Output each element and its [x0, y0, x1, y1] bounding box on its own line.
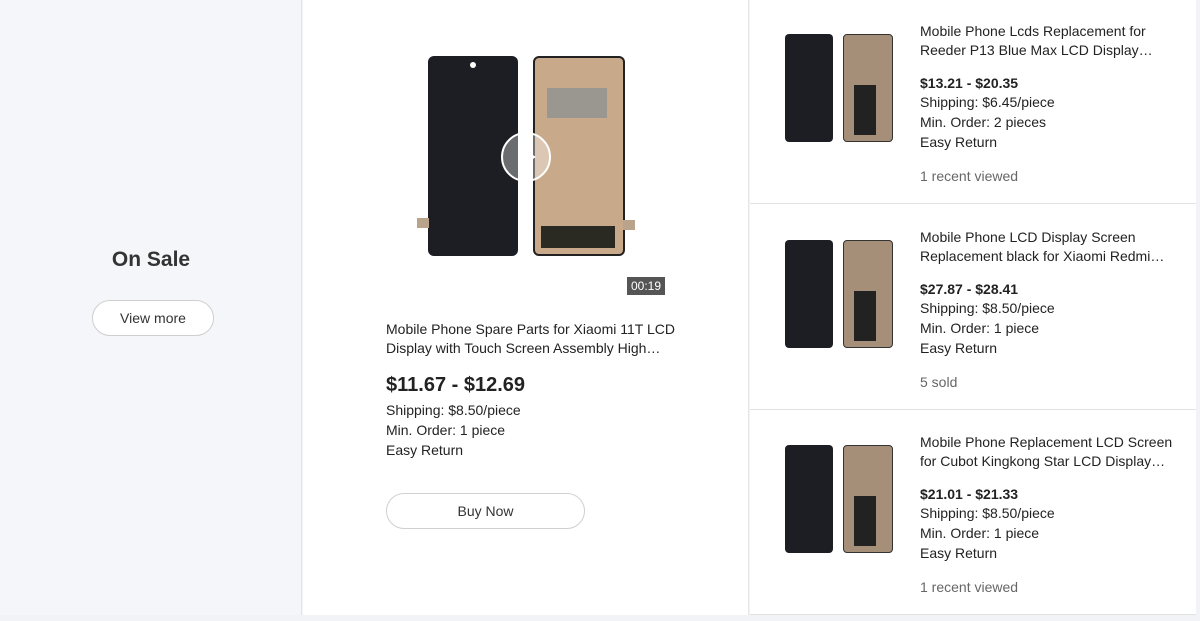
- product-thumbnail[interactable]: [777, 437, 907, 567]
- product-shipping: Shipping: $8.50/piece: [920, 505, 1055, 521]
- featured-product-price: $11.67 - $12.69: [386, 374, 526, 396]
- featured-shipping: Shipping: $8.50/piece: [386, 402, 521, 418]
- product-title[interactable]: Mobile Phone LCD Display Screen Replacem…: [920, 228, 1175, 266]
- product-easy-return: Easy Return: [920, 340, 998, 356]
- on-sale-panel: On Sale View more: [0, 0, 302, 615]
- play-video-icon[interactable]: [501, 132, 551, 182]
- view-more-button[interactable]: View more: [92, 300, 214, 336]
- video-duration: 00:19: [627, 277, 666, 295]
- product-price: $21.01 - $21.33: [920, 486, 1019, 502]
- product-activity: 5 sold: [920, 374, 958, 390]
- product-min-order: Min. Order: 1 piece: [920, 525, 1040, 541]
- product-activity: 1 recent viewed: [920, 579, 1019, 595]
- product-easy-return: Easy Return: [920, 545, 998, 561]
- product-card[interactable]: Mobile Phone Lcds Replacement for Reeder…: [750, 0, 1196, 204]
- product-title[interactable]: Mobile Phone Lcds Replacement for Reeder…: [920, 22, 1175, 60]
- buy-now-button[interactable]: Buy Now: [386, 493, 585, 529]
- product-thumbnail[interactable]: [777, 26, 907, 156]
- featured-product-image[interactable]: [413, 42, 665, 298]
- product-card[interactable]: Mobile Phone Replacement LCD Screen for …: [750, 411, 1196, 615]
- product-activity: 1 recent viewed: [920, 168, 1019, 184]
- product-list: Mobile Phone Lcds Replacement for Reeder…: [750, 0, 1196, 615]
- product-price: $13.21 - $20.35: [920, 75, 1019, 91]
- product-title[interactable]: Mobile Phone Replacement LCD Screen for …: [920, 433, 1175, 471]
- product-easy-return: Easy Return: [920, 134, 998, 150]
- featured-easy-return: Easy Return: [386, 442, 464, 458]
- featured-product-card[interactable]: 00:19 Mobile Phone Spare Parts for Xiaom…: [303, 0, 749, 615]
- product-shipping: Shipping: $6.45/piece: [920, 94, 1055, 110]
- featured-min-order: Min. Order: 1 piece: [386, 422, 506, 438]
- product-min-order: Min. Order: 2 pieces: [920, 114, 1047, 130]
- product-thumbnail[interactable]: [777, 232, 907, 362]
- product-price: $27.87 - $28.41: [920, 281, 1019, 297]
- product-card[interactable]: Mobile Phone LCD Display Screen Replacem…: [750, 206, 1196, 410]
- product-min-order: Min. Order: 1 piece: [920, 320, 1040, 336]
- on-sale-title: On Sale: [111, 248, 191, 271]
- featured-product-title[interactable]: Mobile Phone Spare Parts for Xiaomi 11T …: [386, 320, 676, 358]
- product-shipping: Shipping: $8.50/piece: [920, 300, 1055, 316]
